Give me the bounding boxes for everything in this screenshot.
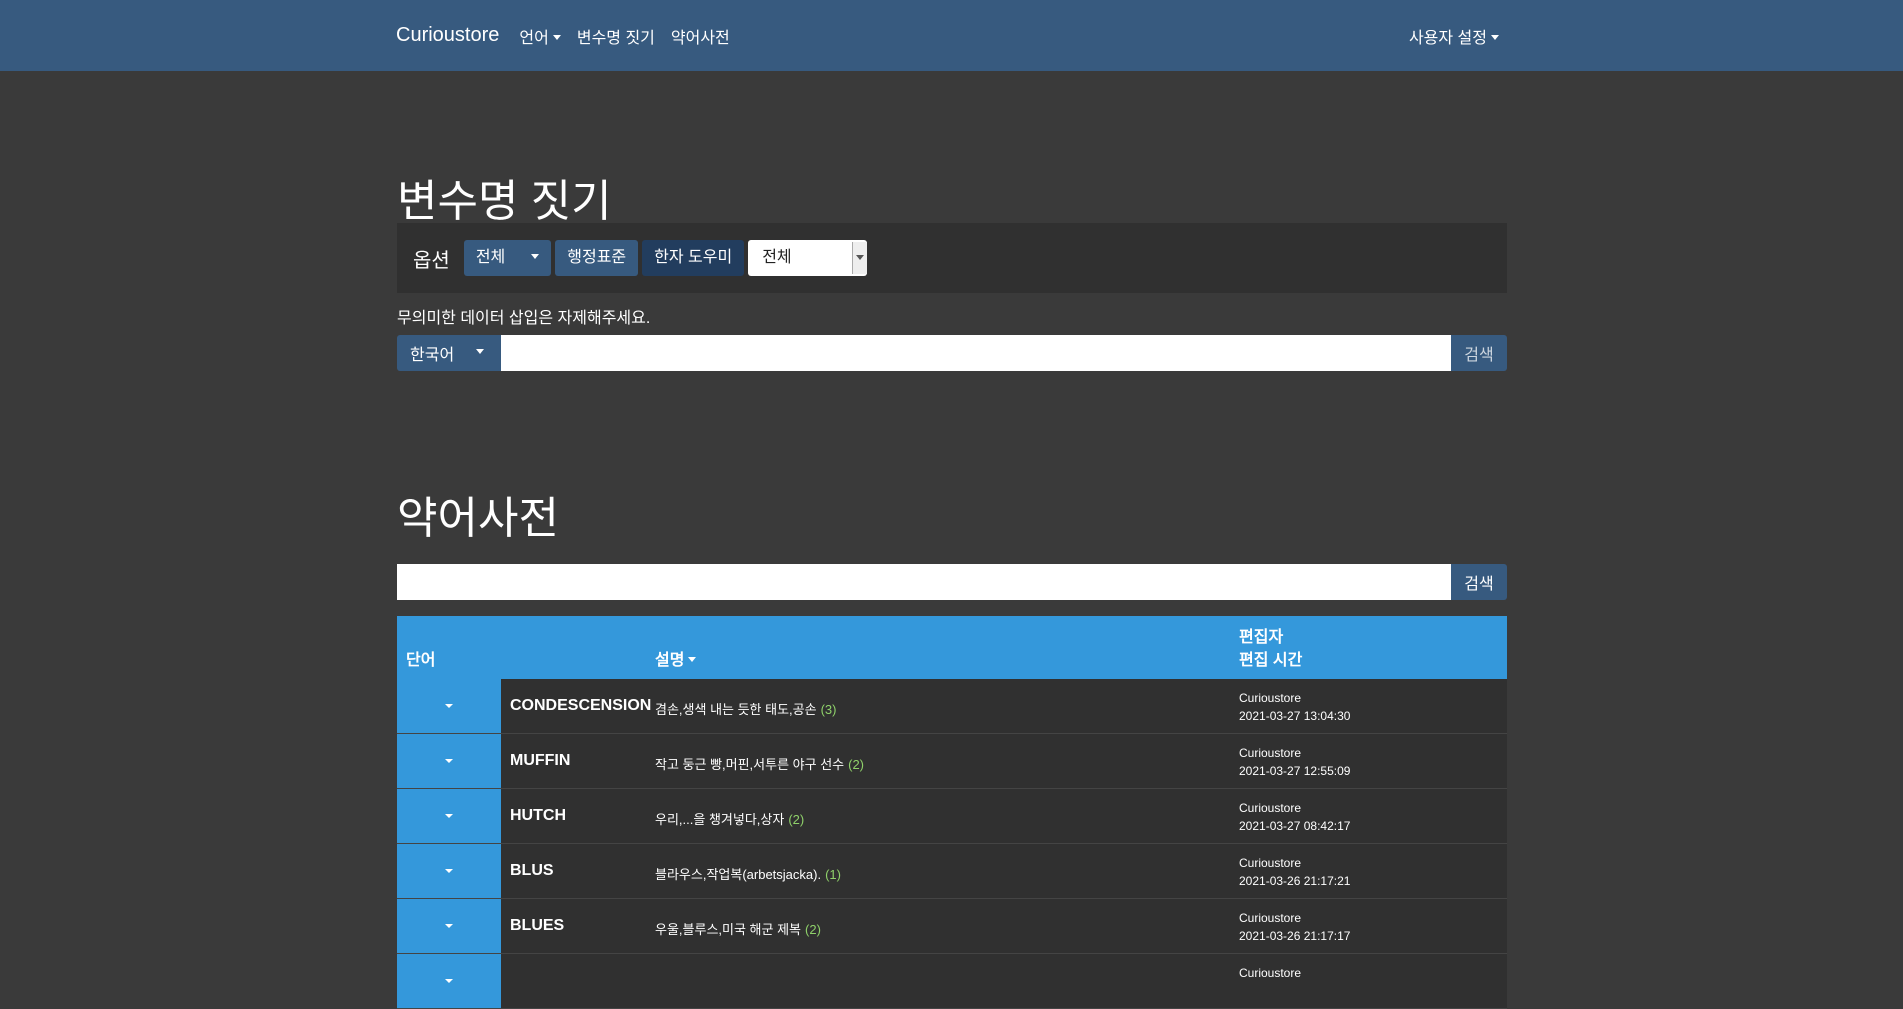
row-time: 2021-03-27 13:04:30: [1239, 709, 1351, 723]
naming-search-input[interactable]: [501, 335, 1451, 371]
row-editor: Curioustore: [1239, 801, 1302, 815]
row-description-text: 작고 둥근 빵,머핀,서투른 야구 선수: [655, 757, 845, 772]
caret-down-icon: [445, 704, 453, 708]
row-editor-info: Curioustore 2021-03-26 21:17:17: [1239, 909, 1350, 945]
row-count: (1): [825, 867, 841, 882]
row-description-text: 우리,...을 챙겨넣다,상자: [655, 812, 785, 827]
row-editor-info: Curioustore 2021-03-27 13:04:30: [1239, 689, 1350, 725]
row-description: [655, 974, 659, 989]
brand-link[interactable]: Curioustore: [396, 24, 499, 47]
row-time: 2021-03-26 21:17:21: [1239, 874, 1351, 888]
notice-text: 무의미한 데이터 삽입은 자제해주세요.: [397, 310, 651, 327]
row-description: 우리,...을 챙겨넣다,상자 (2): [655, 809, 804, 828]
row-editor: Curioustore: [1239, 691, 1302, 705]
naming-search-group: 한국어 검색: [397, 335, 1507, 371]
row-editor: Curioustore: [1239, 746, 1302, 760]
chevron-down-icon: [527, 240, 539, 276]
category-select-value: 전체: [762, 249, 792, 266]
caret-down-icon: [445, 924, 453, 928]
row-expand-button[interactable]: [397, 734, 501, 788]
row-description-text: 겸손,생색 내는 듯한 태도,공손: [655, 702, 817, 717]
row-word: BLUS: [510, 862, 554, 879]
dictionary-search-input[interactable]: [397, 564, 1451, 600]
row-count: (3): [820, 702, 837, 717]
row-description: 블라우스,작업복(arbetsjacka). (1): [655, 864, 841, 883]
header-description[interactable]: 설명: [655, 646, 696, 670]
row-time: 2021-03-27 12:55:09: [1239, 764, 1351, 778]
row-word: BLUES: [510, 917, 565, 934]
select-arrow-icon: [852, 242, 868, 274]
nav-abbreviation-dictionary[interactable]: 약어사전: [671, 24, 730, 48]
row-time: 2021-03-27 08:42:17: [1239, 819, 1351, 833]
table-row: BLUES 우울,블루스,미국 해군 제복 (2) Curioustore 2021…: [397, 899, 1507, 954]
dictionary-search-group: 검색: [397, 564, 1507, 600]
table-row: Curioustore: [397, 954, 1507, 1009]
language-dropdown-button[interactable]: 한국어: [397, 335, 501, 371]
row-word: MUFFIN: [510, 752, 571, 769]
scope-dropdown-label: 전체: [475, 249, 506, 266]
options-bar: 옵션 전체 행정표준 한자 도우미 전체: [397, 223, 1507, 293]
caret-down-icon: [445, 814, 453, 818]
row-description: 겸손,생색 내는 듯한 태도,공손 (3): [655, 699, 836, 718]
row-editor-info: Curioustore: [1239, 964, 1301, 982]
hanja-helper-button[interactable]: 한자 도우미: [642, 240, 745, 276]
row-editor: Curioustore: [1239, 856, 1302, 870]
nav-user-settings-dropdown[interactable]: 사용자 설정: [1409, 24, 1499, 48]
language-dropdown-label: 한국어: [410, 347, 455, 364]
row-description-text: 블라우스,작업복(arbetsjacka).: [655, 867, 822, 882]
table-row: MUFFIN 작고 둥근 빵,머핀,서투른 야구 선수 (2) Curiousto…: [397, 734, 1507, 789]
row-description: 작고 둥근 빵,머핀,서투른 야구 선수 (2): [655, 754, 864, 773]
row-editor-info: Curioustore 2021-03-27 12:55:09: [1239, 744, 1350, 780]
caret-down-icon: [445, 759, 453, 763]
table-header: 단어 설명 편집자 편집 시간: [397, 616, 1507, 679]
row-expand-button[interactable]: [397, 954, 501, 1008]
table-row: CONDESCENSION 겸손,생색 내는 듯한 태도,공손 (3) Curio…: [397, 679, 1507, 734]
row-expand-button[interactable]: [397, 844, 501, 898]
scope-dropdown-button[interactable]: 전체: [463, 240, 552, 276]
dictionary-table: 단어 설명 편집자 편집 시간 CONDESCENSION 겸손,생색 내는 듯…: [397, 616, 1507, 1009]
row-editor-info: Curioustore 2021-03-27 08:42:17: [1239, 799, 1350, 835]
admin-standard-button[interactable]: 행정표준: [555, 240, 639, 276]
row-count: (2): [805, 922, 821, 937]
header-word[interactable]: 단어: [406, 646, 435, 670]
naming-section-title: 변수명 짓기: [397, 177, 612, 226]
category-select[interactable]: 전체: [748, 240, 868, 276]
row-editor: Curioustore: [1239, 966, 1302, 980]
row-expand-button[interactable]: [397, 899, 501, 953]
dictionary-section-title: 약어사전: [397, 494, 559, 543]
row-description: 우울,블루스,미국 해군 제복 (2): [655, 919, 821, 938]
nav-variable-naming[interactable]: 변수명 짓기: [577, 24, 655, 48]
chevron-down-icon: [472, 344, 484, 362]
caret-down-icon: [445, 869, 453, 873]
dictionary-search-button[interactable]: 검색: [1451, 564, 1507, 600]
nav-language-dropdown[interactable]: 언어: [519, 24, 560, 48]
row-expand-button[interactable]: [397, 789, 501, 843]
row-description-text: 우울,블루스,미국 해군 제복: [655, 922, 802, 937]
table-row: HUTCH 우리,...을 챙겨넣다,상자 (2) Curioustore 2021…: [397, 789, 1507, 844]
row-count: (2): [848, 757, 865, 772]
header-edited-time-label[interactable]: 편집 시간: [1239, 652, 1302, 669]
table-row: BLUS 블라우스,작업복(arbetsjacka). (1) Curiousto…: [397, 844, 1507, 899]
naming-search-button[interactable]: 검색: [1451, 335, 1507, 371]
row-word: HUTCH: [510, 807, 566, 824]
header-editor: 편집자 편집 시간: [1239, 626, 1302, 672]
header-editor-label[interactable]: 편집자: [1239, 629, 1283, 646]
row-editor-info: Curioustore 2021-03-26 21:17:21: [1239, 854, 1350, 890]
caret-down-icon: [445, 979, 453, 983]
row-count: (2): [788, 812, 805, 827]
row-editor: Curioustore: [1239, 911, 1302, 925]
row-expand-button[interactable]: [397, 679, 501, 733]
row-word: CONDESCENSION: [510, 697, 652, 714]
row-time: 2021-03-26 21:17:17: [1239, 929, 1351, 943]
top-navbar: Curioustore 언어 변수명 짓기 약어사전 사용자 설정: [0, 0, 1903, 71]
options-label: 옵션: [413, 249, 450, 272]
